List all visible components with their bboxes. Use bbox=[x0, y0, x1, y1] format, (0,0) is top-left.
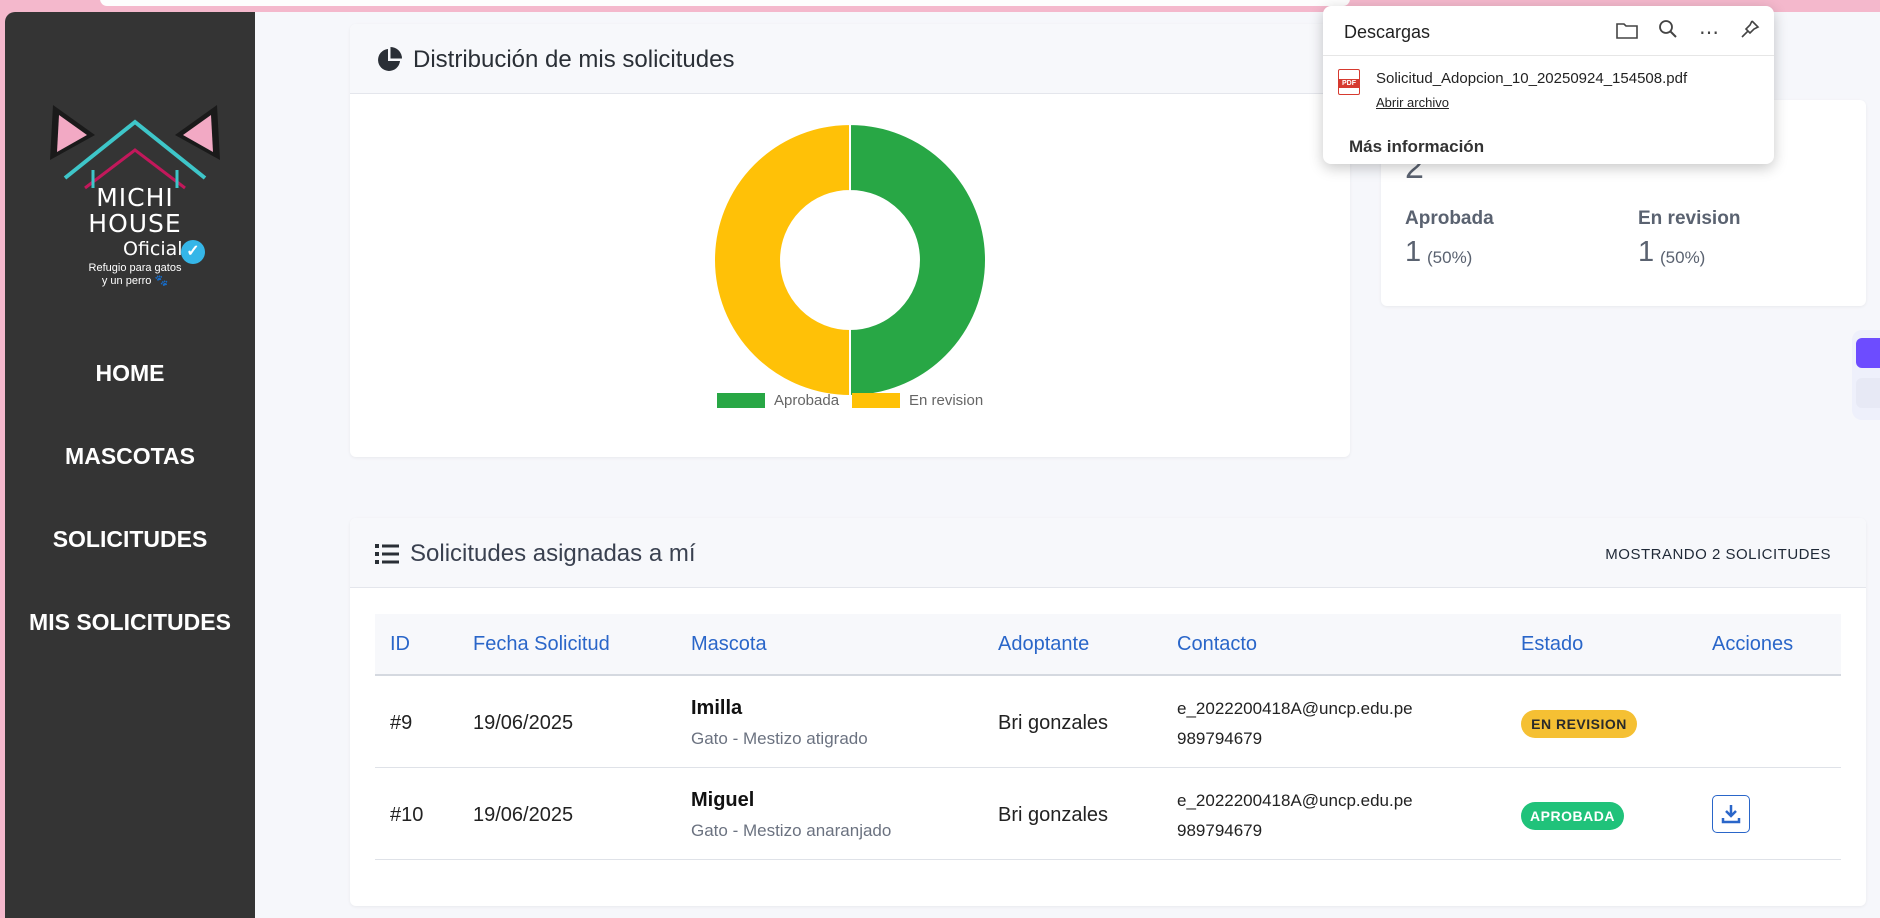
assigned-title: Solicitudes asignadas a mí bbox=[410, 540, 696, 567]
logo-tagline: Refugio para gatos y un perro 🐾 bbox=[45, 262, 225, 288]
cat-ears-house-icon bbox=[50, 105, 220, 190]
nav-home[interactable]: HOME bbox=[5, 360, 255, 387]
donut-slice-en-revision bbox=[713, 122, 851, 398]
stat-value-en-revision: 1 bbox=[1638, 236, 1655, 268]
row-mascota: Miguel bbox=[691, 789, 755, 811]
list-icon bbox=[375, 544, 399, 564]
folder-icon[interactable] bbox=[1613, 19, 1641, 47]
donut-slice-aprobada bbox=[849, 122, 987, 398]
nav-mascotas[interactable]: MASCOTAS bbox=[5, 443, 255, 470]
th-fecha: Fecha Solicitud bbox=[473, 633, 610, 655]
tagline-line-2: y un perro 🐾 bbox=[101, 275, 169, 287]
logo-text: MICHI HOUSE bbox=[45, 185, 225, 237]
status-badge: APROBADA bbox=[1521, 802, 1624, 830]
row-id: #9 bbox=[390, 712, 413, 734]
open-file-link[interactable]: Abrir archivo bbox=[1376, 95, 1449, 110]
th-mascota: Mascota bbox=[691, 633, 767, 655]
legend-swatch-en-revision bbox=[852, 393, 900, 408]
row-telefono: 989794679 bbox=[1177, 821, 1263, 840]
row-mascota-detalle: Gato - Mestizo atigrado bbox=[691, 729, 868, 748]
nav-solicitudes[interactable]: SOLICITUDES bbox=[5, 526, 255, 553]
th-contacto: Contacto bbox=[1177, 633, 1258, 655]
distribution-title: Distribución de mis solicitudes bbox=[413, 46, 735, 73]
side-tools-panel bbox=[1852, 330, 1880, 420]
sidebar: MICHI HOUSE Oficial ✓ Refugio para gatos… bbox=[5, 12, 255, 918]
pdf-file-icon: PDF bbox=[1338, 69, 1360, 95]
logo-line-1: MICHI bbox=[96, 183, 174, 212]
sidebar-tool-icon[interactable] bbox=[1856, 338, 1880, 368]
row-fecha: 19/06/2025 bbox=[473, 712, 574, 734]
pin-icon[interactable] bbox=[1736, 19, 1764, 47]
more-info-link[interactable]: Más información bbox=[1349, 137, 1484, 157]
donut-chart bbox=[713, 122, 987, 398]
th-estado: Estado bbox=[1521, 633, 1584, 655]
downloads-separator bbox=[1323, 55, 1774, 56]
row-email: e_2022200418A@uncp.edu.pe bbox=[1177, 699, 1413, 718]
download-icon bbox=[1721, 805, 1741, 824]
stat-value-aprobada: 1 bbox=[1405, 236, 1422, 268]
stat-label-en-revision: En revision bbox=[1638, 208, 1741, 229]
address-bar[interactable] bbox=[100, 0, 1350, 6]
pie-chart-icon bbox=[378, 47, 402, 71]
download-pdf-button[interactable] bbox=[1712, 795, 1750, 833]
downloads-panel: Descargas ⋯ PDF Solicitud_Adopcion_10_20… bbox=[1323, 6, 1774, 164]
verified-check-icon: ✓ bbox=[181, 240, 205, 264]
legend-label-en-revision: En revision bbox=[909, 392, 984, 409]
search-icon[interactable] bbox=[1654, 19, 1682, 47]
stat-pct-aprobada: (50%) bbox=[1427, 248, 1473, 267]
stat-pct-en-revision: (50%) bbox=[1660, 248, 1706, 267]
logo-line-2: HOUSE bbox=[88, 209, 182, 238]
status-badge: EN REVISION bbox=[1521, 710, 1637, 738]
pdf-file-icon-label: PDF bbox=[1339, 79, 1359, 88]
logo-oficial: Oficial bbox=[123, 238, 183, 260]
legend-label-aprobada: Aprobada bbox=[774, 392, 840, 409]
th-acciones: Acciones bbox=[1712, 633, 1794, 655]
row-mascota: Imilla bbox=[691, 697, 743, 719]
row-email: e_2022200418A@uncp.edu.pe bbox=[1177, 791, 1413, 810]
legend-swatch-aprobada bbox=[717, 393, 765, 408]
row-fecha: 19/06/2025 bbox=[473, 804, 574, 826]
row-adoptante: Bri gonzales bbox=[998, 712, 1109, 734]
nav-mis-solicitudes[interactable]: MIS SOLICITUDES bbox=[5, 609, 255, 636]
tagline-line-1: Refugio para gatos bbox=[88, 262, 182, 274]
downloads-title: Descargas bbox=[1344, 22, 1431, 42]
th-id: ID bbox=[390, 633, 410, 655]
count-label: MOSTRANDO 2 SOLICITUDES bbox=[1605, 546, 1831, 563]
row-id: #10 bbox=[390, 804, 424, 826]
th-adoptante: Adoptante bbox=[998, 633, 1090, 655]
row-telefono: 989794679 bbox=[1177, 729, 1263, 748]
more-options-icon[interactable]: ⋯ bbox=[1695, 19, 1723, 47]
michi-house-logo[interactable]: MICHI HOUSE Oficial ✓ Refugio para gatos… bbox=[45, 90, 225, 295]
row-adoptante: Bri gonzales bbox=[998, 804, 1109, 826]
translate-icon[interactable] bbox=[1856, 378, 1880, 408]
download-file-name[interactable]: Solicitud_Adopcion_10_20250924_154508.pd… bbox=[1376, 70, 1687, 87]
stat-label-aprobada: Aprobada bbox=[1405, 208, 1494, 229]
row-mascota-detalle: Gato - Mestizo anaranjado bbox=[691, 821, 892, 840]
